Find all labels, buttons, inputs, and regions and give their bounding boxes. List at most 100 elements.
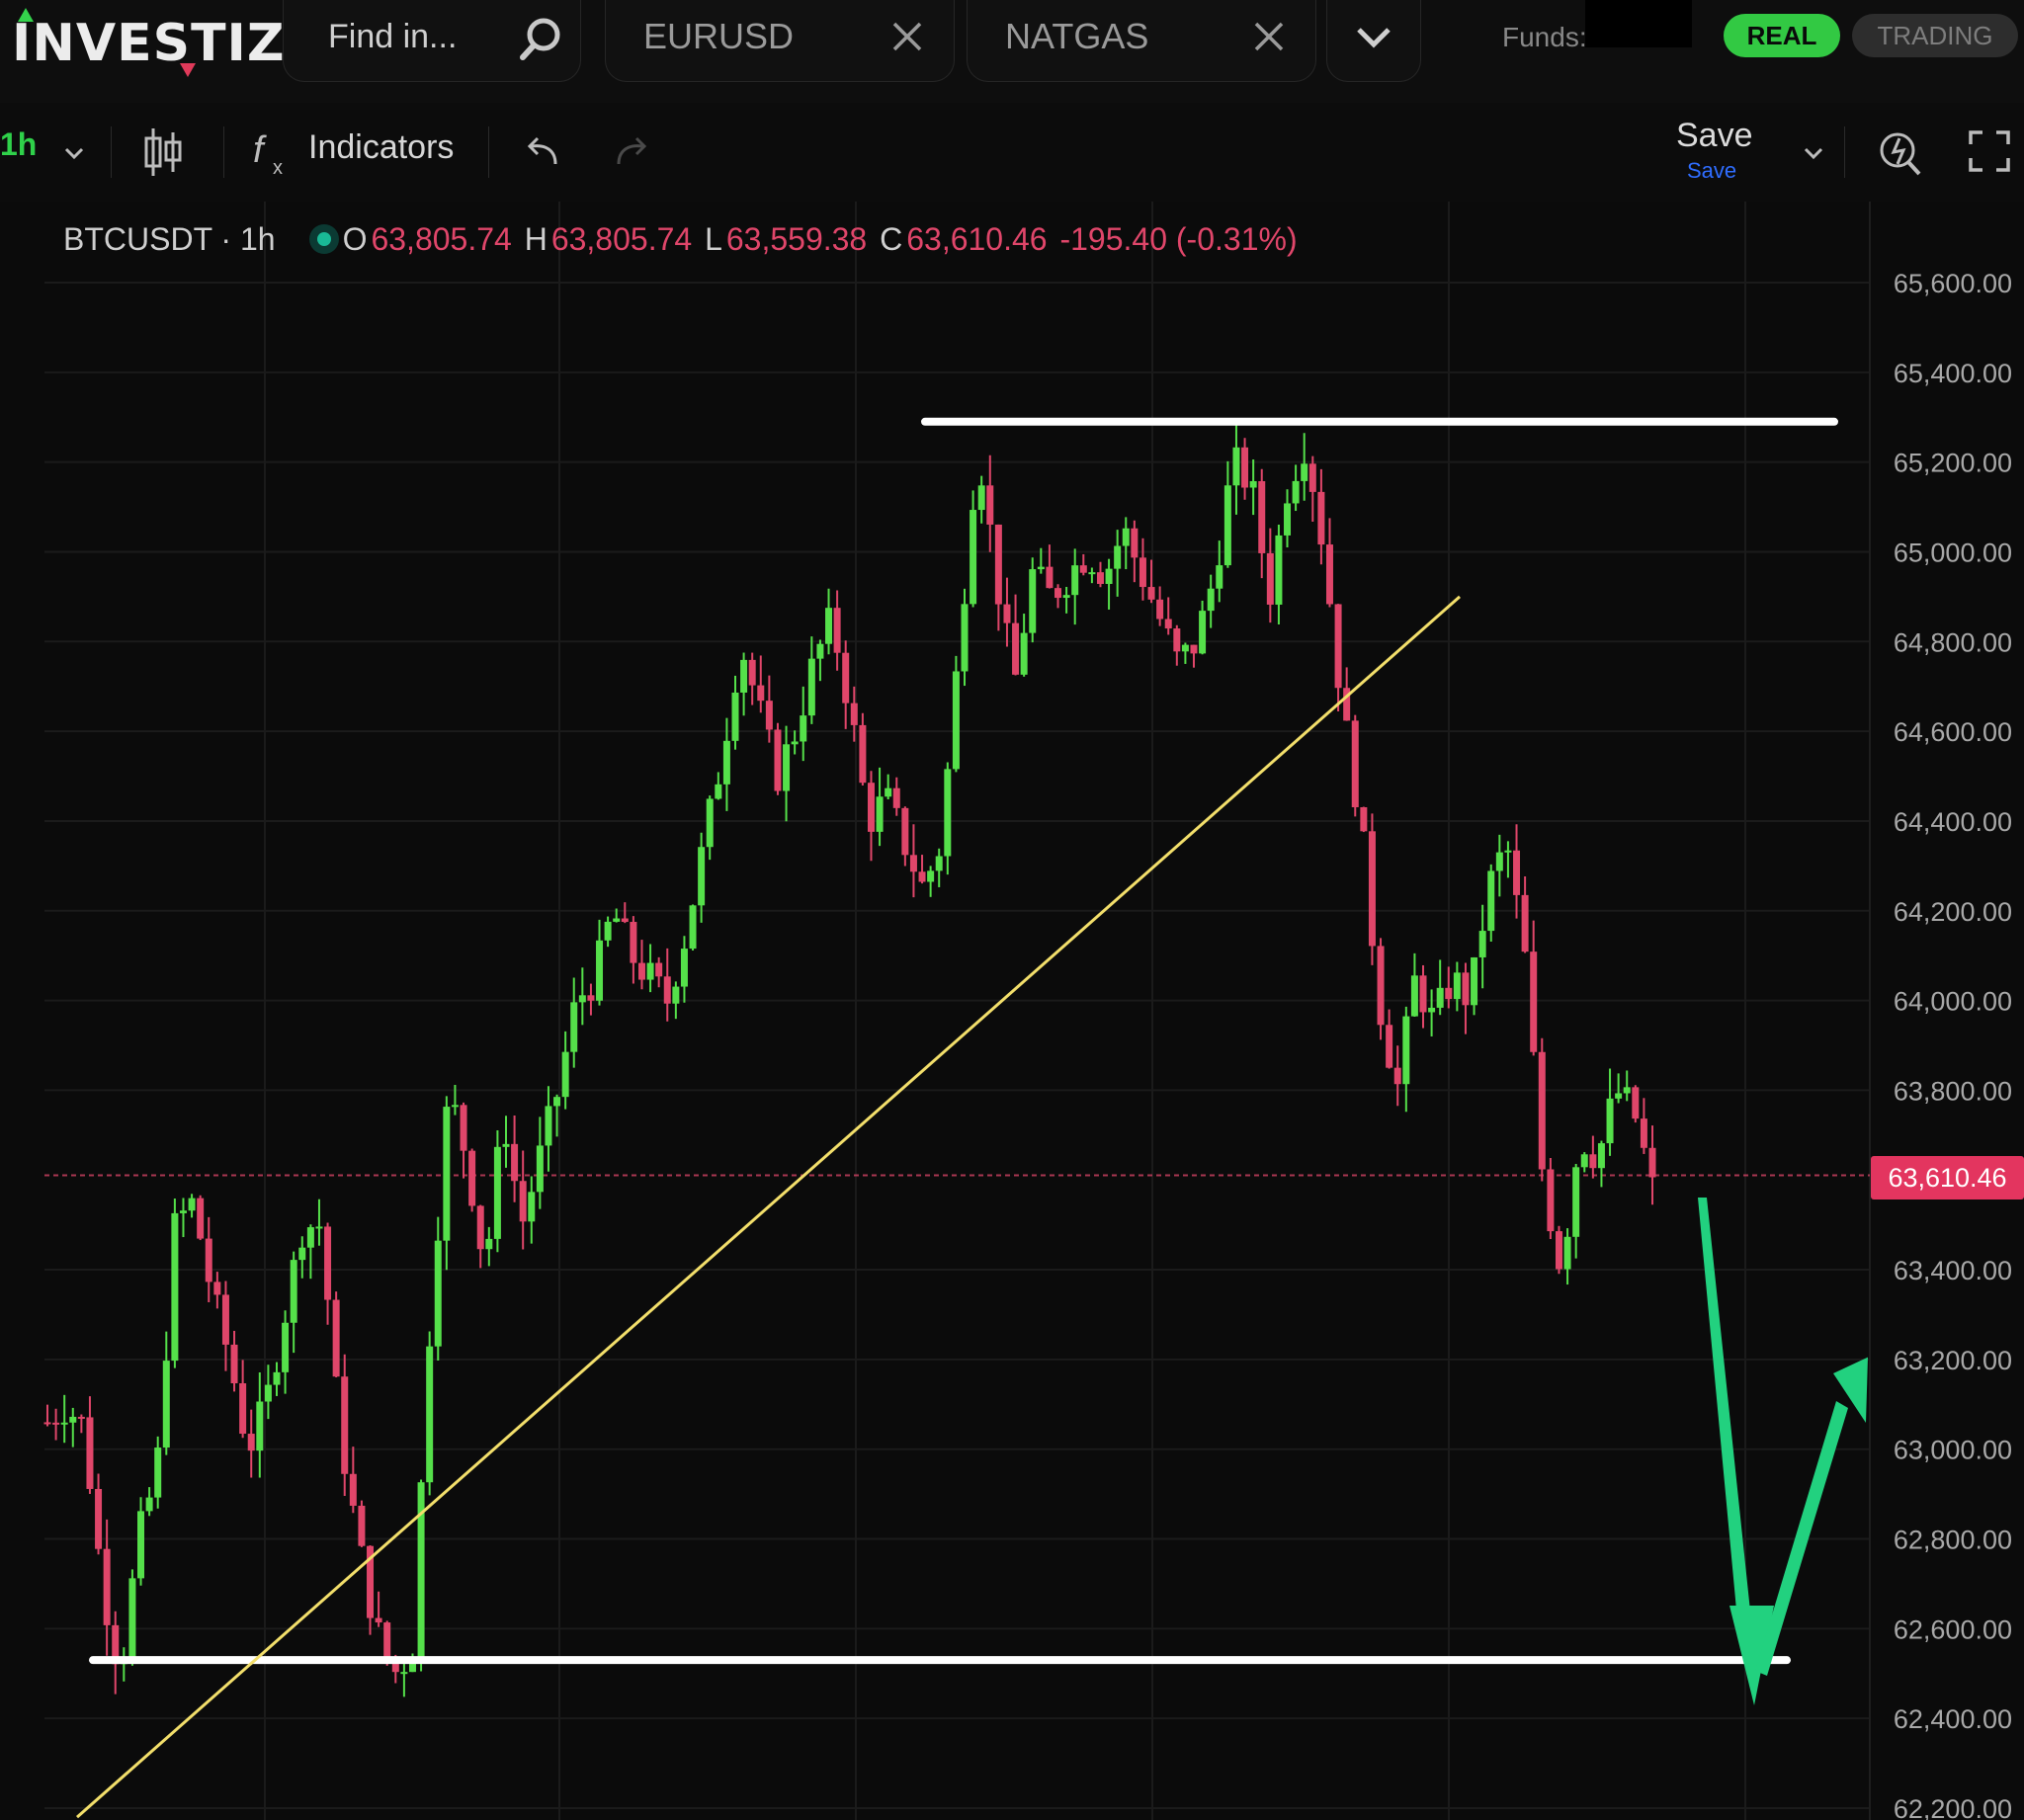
candle-body <box>570 1002 578 1052</box>
price-tick-label: 64,600.00 <box>1894 717 2012 747</box>
candle-body <box>1138 557 1146 588</box>
candle-body <box>1555 1231 1562 1270</box>
candle-body <box>1410 975 1418 1017</box>
candle-body <box>1580 1154 1588 1168</box>
price-tick-label: 63,400.00 <box>1894 1256 2012 1285</box>
candle-body <box>918 871 926 882</box>
candle-body <box>137 1511 145 1579</box>
candle-body <box>1445 987 1453 1000</box>
candle-body <box>1572 1167 1580 1237</box>
candle-body <box>519 1181 527 1222</box>
candle-body <box>1275 535 1283 605</box>
candle-body <box>1428 1007 1436 1013</box>
candle-body <box>689 905 697 950</box>
candle-body <box>783 744 791 791</box>
candle-body <box>145 1497 153 1512</box>
candle-body <box>757 685 765 702</box>
candle-body <box>1640 1118 1647 1148</box>
candle-body <box>892 787 900 808</box>
price-tick-label: 62,600.00 <box>1894 1614 2012 1644</box>
candle-body <box>1062 595 1070 599</box>
chart-grid <box>44 202 1871 1820</box>
candle-body <box>698 847 706 906</box>
candle-body <box>901 807 909 856</box>
candle-body <box>731 692 739 741</box>
price-chart[interactable]: 65,600.00 65,400.00 65,200.00 65,000.00 64,8… <box>0 0 2024 1820</box>
candle-body <box>511 1143 519 1182</box>
candle-body <box>740 659 748 693</box>
candle-body <box>290 1260 297 1323</box>
candle-body <box>706 798 714 848</box>
candle-body <box>807 658 815 716</box>
candle-body <box>663 976 671 1004</box>
candle-body <box>927 870 935 882</box>
candle-body <box>375 1617 382 1623</box>
candle-body <box>1615 1093 1623 1099</box>
candle-body <box>1462 972 1470 1006</box>
candle-body <box>1589 1154 1597 1169</box>
price-tick-label: 64,200.00 <box>1894 897 2012 927</box>
candle-body <box>977 485 985 511</box>
legend-symbol[interactable]: BTCUSDT · 1h <box>63 221 276 257</box>
candle-body <box>825 608 833 644</box>
candle-body <box>1241 447 1249 488</box>
legend-high-label: H <box>524 221 548 257</box>
legend-close-label: C <box>880 221 903 257</box>
candle-body <box>1487 870 1495 932</box>
candle-body <box>1521 894 1529 952</box>
candle-body <box>43 1422 51 1425</box>
candle-body <box>680 949 688 987</box>
candle-body <box>1232 447 1240 486</box>
candle-body <box>613 918 621 922</box>
candle-body <box>1402 1016 1410 1085</box>
candle-body <box>1190 644 1198 654</box>
candle-body <box>306 1227 314 1248</box>
candle-body <box>553 1097 561 1107</box>
candle-body <box>1216 565 1223 589</box>
candle-body <box>1147 587 1155 600</box>
candle-body <box>800 715 807 742</box>
candle-body <box>1292 480 1300 504</box>
candle-body <box>944 769 952 857</box>
candle-body <box>833 608 841 653</box>
price-axis[interactable]: 65,600.00 65,400.00 65,200.00 65,000.00 64,8… <box>1894 269 2012 1820</box>
price-tick-label: 64,400.00 <box>1894 807 2012 837</box>
candle-body <box>994 524 1002 605</box>
candle-body <box>816 643 824 659</box>
candle-body <box>502 1143 510 1147</box>
candle-body <box>69 1416 77 1423</box>
candle-body <box>1393 1067 1401 1085</box>
candle-body <box>1538 1051 1546 1170</box>
chart-legend: BTCUSDT · 1h O 63,805.74 H 63,805.74 L 63,55… <box>63 221 1302 261</box>
candle-body <box>1029 569 1037 633</box>
candle-body <box>77 1416 85 1419</box>
candle-body <box>791 741 799 745</box>
candle-body <box>221 1294 229 1345</box>
candle-body <box>154 1448 162 1498</box>
candle-body <box>672 986 680 1004</box>
candle-body <box>1088 572 1096 575</box>
candle-body <box>1377 946 1385 1026</box>
legend-open: 63,805.74 <box>371 221 512 257</box>
arrow-down-shaft <box>1698 1198 1751 1620</box>
candle-body <box>239 1383 247 1435</box>
candles-layer <box>43 422 1656 1697</box>
candle-body <box>1207 588 1215 612</box>
candle-body <box>1597 1143 1605 1169</box>
candle-body <box>1164 619 1172 629</box>
candle-body <box>460 1105 467 1151</box>
price-tick-label: 64,800.00 <box>1894 627 2012 657</box>
candle-body <box>1495 852 1503 871</box>
candle-body <box>1071 565 1079 596</box>
candle-body <box>859 724 867 784</box>
candle-body <box>1258 480 1266 553</box>
candle-body <box>1046 566 1054 589</box>
candle-body <box>349 1473 357 1506</box>
candle-body <box>578 995 586 1003</box>
candle-body <box>1547 1169 1555 1232</box>
candle-body <box>1471 956 1478 1006</box>
candle-body <box>1360 806 1368 832</box>
candle-body <box>748 659 756 686</box>
price-tick-label: 65,200.00 <box>1894 449 2012 478</box>
candle-body <box>1173 628 1181 652</box>
